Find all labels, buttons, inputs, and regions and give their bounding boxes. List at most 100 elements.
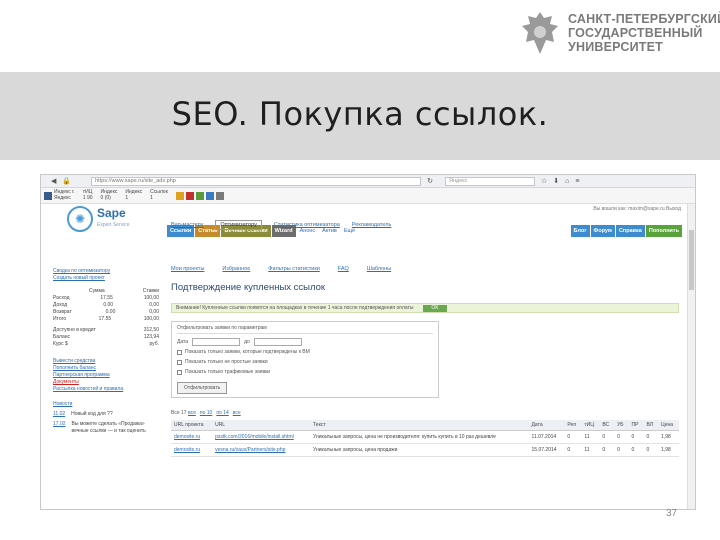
table-cell[interactable]: psstk.com/2016/mobile/install.shtml (212, 430, 311, 444)
balance-row: Расход 17.55 100,00 (53, 295, 159, 302)
sidebar-link[interactable]: Вывести средства (53, 358, 159, 365)
table-header[interactable]: Цена (658, 420, 679, 431)
sidebar-link[interactable]: Сводка по оптимизатору (53, 268, 159, 275)
star-icon[interactable]: ☆ (541, 177, 547, 185)
news-date[interactable]: 17.02 (53, 421, 66, 435)
content-tab[interactable]: FAQ (338, 266, 349, 272)
pager-link[interactable]: все (233, 410, 241, 416)
table-cell: 0 (614, 443, 629, 457)
page-scrollbar[interactable] (687, 204, 695, 509)
filter-option-label: Показать только не простые заявки (185, 359, 268, 365)
url-input[interactable]: https://www.sape.ru/site_ads.php (91, 176, 422, 186)
table-row: demosite.ru psstk.com/2016/mobile/install… (171, 430, 679, 444)
right-nav-tab[interactable]: Блог (570, 225, 590, 237)
seo-toolbar-cell[interactable]: Индекс г. Яндекс (54, 189, 75, 201)
balance-value: 17.55 (100, 295, 113, 301)
pager-link[interactable]: по 14 (216, 410, 228, 416)
right-nav-tab[interactable]: Справка (615, 225, 645, 237)
subnav-item-active[interactable]: Оптимизатору (215, 220, 262, 230)
sape-logo[interactable]: ✺ Sape Expert Service (67, 206, 130, 232)
slide-title: SEO. Покупка ссылок. (171, 95, 549, 133)
filter-option[interactable]: Показать только трафиковые заявки (177, 369, 433, 376)
right-nav-tab[interactable]: Форум (590, 225, 615, 237)
filter-button[interactable]: Отфильтровать (177, 382, 228, 394)
filter-option[interactable]: Показать только не простые заявки (177, 359, 433, 366)
table-cell[interactable]: vesna.ru/vaux/Partners/site.php (212, 443, 311, 457)
credit-row: Баланс 123,94 (53, 334, 159, 341)
reload-icon[interactable]: ↻ (427, 177, 433, 185)
browser-search-input[interactable]: Яндекс (444, 176, 535, 186)
sidebar-link[interactable]: Пополнить баланс (53, 365, 159, 372)
table-cell[interactable]: demosite.ru (171, 430, 213, 444)
menu-icon[interactable]: ≡ (575, 178, 579, 185)
content-tab[interactable]: Избранное (222, 266, 250, 272)
news-item: 17.02 Вы можете сделать «Продажа» вечные … (53, 421, 159, 435)
checkbox[interactable] (177, 350, 182, 355)
table-header[interactable]: URL проекта (171, 420, 213, 431)
home-icon[interactable]: ⌂ (565, 178, 569, 185)
credit-label: Доступно в кредит (53, 327, 96, 333)
table-header[interactable]: Текст (310, 420, 529, 431)
table-header[interactable]: тИЦ (581, 420, 600, 431)
university-name: САНКТ-ПЕТЕРБУРГСКИЙ ГОСУДАРСТВЕННЫЙ УНИВ… (568, 12, 720, 54)
table-header[interactable]: ПР (628, 420, 644, 431)
scroll-thumb[interactable] (689, 230, 694, 290)
date-filter-row: Дата до (177, 338, 433, 346)
table-cell[interactable]: demosite.ru (171, 443, 213, 457)
table-cell: 1,98 (658, 443, 679, 457)
table-header[interactable]: Дата (528, 420, 565, 431)
seo-tool-icon[interactable] (215, 191, 224, 200)
seo-tool-icon[interactable] (195, 191, 204, 200)
pager-link[interactable]: по 10 (200, 410, 212, 416)
pager-link[interactable]: все (188, 410, 196, 416)
content-tab[interactable]: Шаблоны (367, 266, 391, 272)
download-icon[interactable]: ⬇ (553, 177, 559, 185)
subnav-item[interactable]: Статистика оптимизатора (274, 222, 340, 230)
seo-tool-icon[interactable] (185, 191, 194, 200)
sidebar-link[interactable]: Партнерская программа (53, 372, 159, 379)
balance-value: 0.00 (105, 309, 116, 315)
checkbox[interactable] (177, 370, 182, 375)
checkbox[interactable] (177, 360, 182, 365)
content-tab[interactable]: Фильтры статистики (268, 266, 320, 272)
table-cell: 0 (643, 430, 659, 444)
pager-prefix: Все 17 (171, 410, 188, 416)
right-nav-tab[interactable]: Пополнить (645, 225, 682, 237)
table-header[interactable]: ВС (599, 420, 615, 431)
news-item: 11.02 Новый код для ?? (53, 411, 159, 418)
links-table: URL проекта URL Текст Дата Реп тИЦ ВС УБ ПР ВЛ Цен… (171, 420, 679, 457)
seo-tool-icon[interactable] (205, 191, 214, 200)
subnav-item[interactable]: Рекламодатель (352, 222, 392, 230)
back-icon[interactable]: ◀ (51, 177, 56, 185)
content-tab[interactable]: Мои проекты (171, 266, 204, 272)
seo-toolbar-cell[interactable]: тИЦ 1 90 (83, 189, 93, 201)
table-cell: 11.07.2014 (528, 430, 565, 444)
balance-col-header: Сумма (89, 288, 105, 294)
table-header[interactable]: URL (212, 420, 311, 431)
filter-title: Отфильтровать заявки по параметрам (177, 325, 433, 334)
seo-toolbar-cell[interactable]: Ссылок 1 (150, 189, 168, 201)
table-header[interactable]: Реп (564, 420, 582, 431)
news-header[interactable]: Новости (53, 401, 159, 408)
seo-tool-icon[interactable] (175, 191, 184, 200)
sape-brand: Sape (97, 206, 126, 220)
seo-toolbar-cell[interactable]: Индекс 1 (125, 189, 142, 201)
table-cell: 0 (599, 430, 615, 444)
table-cell: 15.07.2014 (528, 443, 565, 457)
seo-toolbar-cell[interactable]: Индекс 0 (0) (101, 189, 118, 201)
filter-option[interactable]: Показать только заявки, которые подтверж… (177, 349, 433, 356)
sidebar-link[interactable]: Документы (53, 379, 159, 386)
date-from-input[interactable] (192, 338, 241, 346)
table-header[interactable]: УБ (614, 420, 629, 431)
date-to-input[interactable] (253, 338, 302, 346)
alert-text: Внимание! Купленные ссылки появятся на п… (176, 304, 414, 311)
filter-panel: Отфильтровать заявки по параметрам Дата … (171, 321, 439, 398)
university-line-3: УНИВЕРСИТЕТ (568, 40, 663, 54)
date-label: Дата (177, 338, 189, 345)
table-header[interactable]: ВЛ (643, 420, 659, 431)
subnav-item[interactable]: Вап-мастеру (171, 222, 203, 230)
sidebar-link[interactable]: Рассылка новостей и правила (53, 386, 159, 393)
news-date[interactable]: 11.02 (53, 411, 65, 418)
alert-ok-button[interactable]: OK (423, 304, 447, 312)
sidebar-link[interactable]: Создать новый проект (53, 275, 159, 282)
